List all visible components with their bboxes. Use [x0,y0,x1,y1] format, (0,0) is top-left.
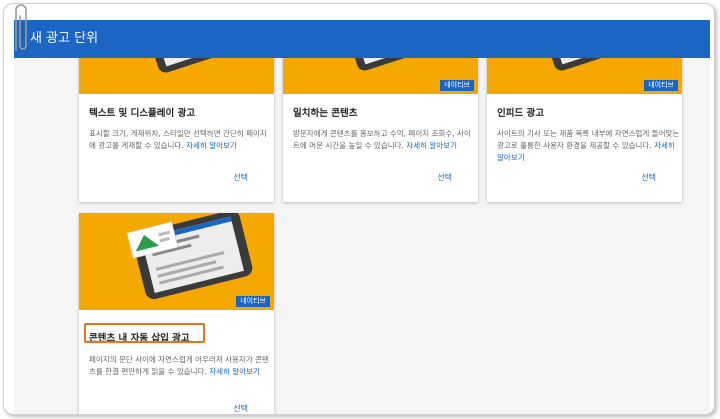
card-banner: 네이티브 [79,213,274,310]
card-banner [79,58,274,94]
card-banner: 네이티브 [487,58,682,94]
learn-more-link[interactable]: 자세히 알아보기 [209,367,260,376]
select-button[interactable]: 선택 [641,172,656,183]
dialog-title: 새 광고 단위 [30,31,99,46]
phone-illustration [141,58,245,73]
card-description: 표시할 크기, 게재위치, 스타일만 선택하면 간단히 페이지에 광고를 게재할… [89,128,273,152]
window-frame: 새 광고 단위 텍스트 및 디스플레이 광고 표시할 크기, 게재위치, 스타일… [3,3,715,415]
select-button[interactable]: 선택 [437,172,452,183]
learn-more-link[interactable]: 자세히 알아보기 [406,141,457,150]
card-title: 인피드 광고 [497,108,545,119]
dialog-header: 새 광고 단위 [14,20,710,58]
title-highlight-box [84,323,205,343]
card-description: 페이지의 문단 사이에 자연스럽게 어우러져 사용자가 콘텐츠를 한결 편안하게… [89,354,273,378]
learn-more-link[interactable]: 자세히 알아보기 [186,141,237,150]
card-in-article[interactable]: 네이티브 콘텐츠 내 자동 삽입 광고 페이지의 문단 사이에 자연스럽게 어우… [79,213,274,414]
card-title: 일치하는 콘텐츠 [293,108,358,119]
card-matched-content[interactable]: 네이티브 일치하는 콘텐츠 방문자에게 콘텐츠를 홍보하고 수익, 페이지 조회… [283,58,478,202]
native-badge: 네이티브 [236,296,270,307]
native-badge: 네이티브 [440,80,474,91]
card-banner: 네이티브 [283,58,478,94]
card-description: 방문자에게 콘텐츠를 홍보하고 수익, 페이지 조회수, 사이트에 머문 시간을… [293,128,477,152]
native-badge: 네이티브 [644,80,678,91]
card-in-feed[interactable]: 네이티브 인피드 광고 사이트의 기사 또는 제품 목록 내부에 자연스럽게 들… [487,58,682,202]
select-button[interactable]: 선택 [233,172,248,183]
card-text-display[interactable]: 텍스트 및 디스플레이 광고 표시할 크기, 게재위치, 스타일만 선택하면 간… [79,58,274,202]
card-description: 사이트의 기사 또는 제품 목록 내부에 자연스럽게 들어맞는 광고로 훌륭한 … [497,128,681,164]
card-description-text: 사이트의 기사 또는 제품 목록 내부에 자연스럽게 들어맞는 광고로 훌륭한 … [497,129,680,150]
ad-unit-grid: 텍스트 및 디스플레이 광고 표시할 크기, 게재위치, 스타일만 선택하면 간… [14,58,710,414]
card-title: 텍스트 및 디스플레이 광고 [89,108,196,119]
card-description-text: 표시할 크기, 게재위치, 스타일만 선택하면 간단히 페이지에 광고를 게재할… [89,129,267,150]
paperclip-icon [15,4,27,51]
select-button[interactable]: 선택 [233,403,248,414]
